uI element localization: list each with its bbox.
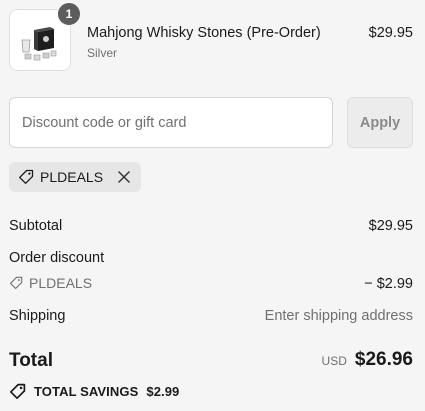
discount-code-input[interactable] — [9, 97, 333, 148]
product-price: $29.95 — [368, 25, 413, 41]
quantity-badge: 1 — [57, 2, 81, 26]
total-savings-label: TOTAL SAVINGS — [34, 384, 139, 399]
discount-code-text: PLDEALS — [29, 275, 93, 291]
discount-code-line: PLDEALS — [9, 275, 92, 291]
total-savings: TOTAL SAVINGS $2.99 — [9, 383, 179, 400]
product-name: Mahjong Whisky Stones (Pre-Order) — [87, 25, 321, 41]
applied-discount-code: PLDEALS — [40, 169, 104, 185]
shipping-label: Shipping — [9, 308, 66, 324]
close-icon — [118, 171, 130, 183]
product-variant: Silver — [87, 46, 118, 60]
currency-code: USD — [321, 354, 347, 368]
remove-discount-button[interactable] — [115, 168, 133, 186]
shipping-value: Enter shipping address — [264, 308, 413, 324]
discount-value: − $2.99 — [364, 276, 413, 292]
subtotal-value: $29.95 — [368, 218, 413, 234]
tag-icon — [9, 383, 26, 400]
order-discount-label: Order discount — [9, 250, 105, 266]
total-value: USD $26.96 — [322, 349, 413, 371]
total-label: Total — [9, 350, 53, 371]
applied-discount-chip: PLDEALS — [9, 162, 142, 192]
total-amount: $26.96 — [354, 349, 413, 370]
tag-icon — [19, 169, 34, 184]
tag-icon — [9, 276, 23, 290]
apply-button[interactable]: Apply — [347, 97, 413, 148]
total-savings-value: $2.99 — [146, 384, 180, 399]
subtotal-label: Subtotal — [9, 218, 63, 234]
